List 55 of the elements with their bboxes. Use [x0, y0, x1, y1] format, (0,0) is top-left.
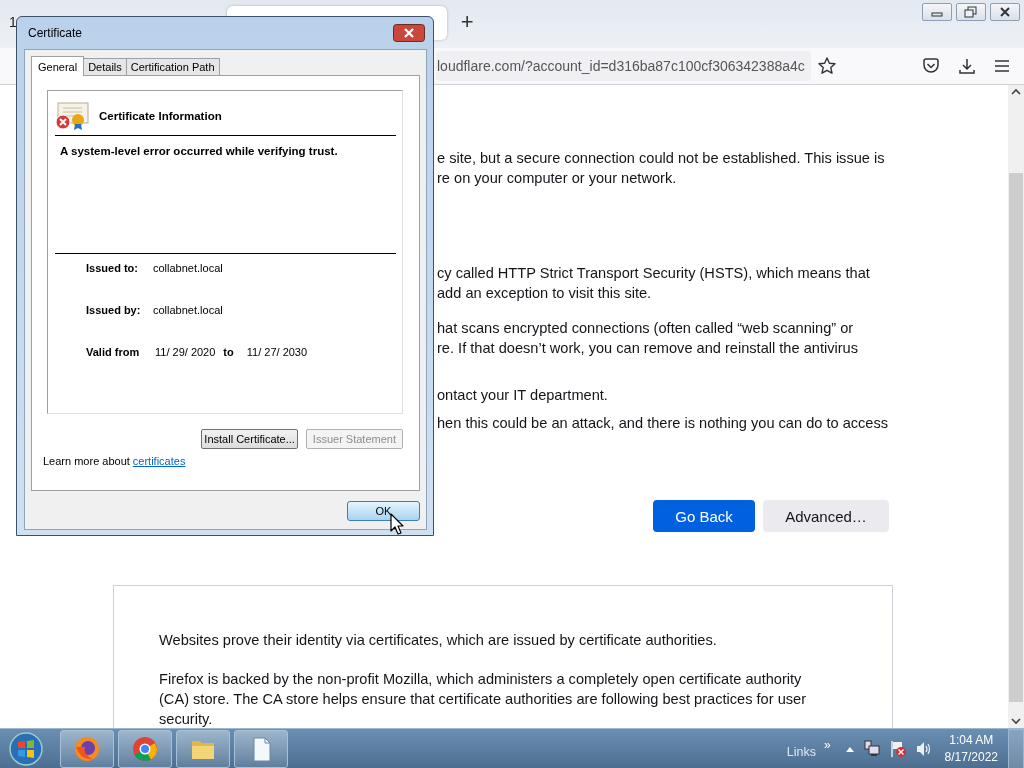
- date-value: 11/ 27/ 2030: [246, 346, 308, 358]
- advanced-button[interactable]: Advanced…: [763, 500, 889, 532]
- firefox-icon: [73, 734, 101, 763]
- network-icon[interactable]: [862, 739, 881, 758]
- scrollbar-thumb[interactable]: [1009, 173, 1023, 702]
- install-certificate-button[interactable]: Install Certificate...: [201, 429, 298, 449]
- tab[interactable]: Details: [83, 58, 127, 75]
- tab[interactable]: General: [31, 56, 85, 76]
- tab[interactable]: Certification Path: [125, 58, 220, 75]
- field-label: to: [223, 346, 234, 358]
- field-label: Issued by:: [86, 304, 142, 316]
- scrollbar[interactable]: [1008, 85, 1024, 728]
- date-value: 11/ 29/ 2020: [155, 346, 216, 358]
- chevron-button[interactable]: »: [823, 738, 831, 751]
- field-label: Issued to:: [86, 262, 139, 274]
- dialog-title: Certificate: [28, 26, 83, 40]
- links-toolbar-label[interactable]: Links: [786, 744, 816, 759]
- new-tab-button[interactable]: +: [460, 9, 474, 35]
- minimize-button[interactable]: [922, 3, 952, 21]
- text-line: add an exception to visit this site.: [437, 284, 653, 303]
- field-label: Valid from: [86, 346, 141, 358]
- certificates-link[interactable]: certificates: [132, 455, 186, 467]
- taskbar-button[interactable]: [176, 729, 230, 768]
- pocket-icon[interactable]: [922, 57, 940, 75]
- text-line: hat scans encrypted connections (often called “web scanning” or: [437, 319, 855, 338]
- heading: Certificate Information: [99, 110, 222, 122]
- learn-more-text: Learn more about: [43, 455, 130, 467]
- taskbar-button[interactable]: [118, 729, 172, 768]
- close-button[interactable]: [393, 24, 425, 42]
- text-line: ontact your IT department.: [437, 386, 609, 405]
- paragraph: Firefox is backed by the non-profit Mozilla, which administers a completely open certificate authority (CA) store. The CA store helps ensure that certificate authorities are following best practices for user security.: [159, 670, 808, 728]
- certificate-error-icon: [55, 101, 89, 131]
- text-line: cy called HTTP Strict Transport Security (HSTS), which means that: [437, 264, 871, 283]
- go-back-button[interactable]: Go Back: [653, 500, 755, 532]
- text-line: re. If that doesn’t work, you can remove and reinstall the antivirus: [437, 339, 859, 358]
- text-line: hen this could be an attack, and there is nothing you can do to access: [437, 414, 890, 433]
- close-button[interactable]: [990, 3, 1020, 21]
- star-icon[interactable]: [816, 56, 837, 76]
- menu-icon[interactable]: [994, 59, 1010, 73]
- field-value: collabnet.local: [153, 304, 223, 316]
- taskbar-button[interactable]: [234, 729, 288, 768]
- flag-icon[interactable]: [888, 739, 907, 758]
- mouse-pointer-icon: [390, 513, 404, 535]
- paragraph: Websites prove their identity via certificates, which are issued by certificate authorities.: [159, 631, 718, 650]
- clock[interactable]: 1:04 AM 8/17/2022: [944, 731, 998, 766]
- tab-label[interactable]: 1: [9, 14, 17, 30]
- text-line: re on your computer or your network.: [437, 169, 678, 188]
- taskbar-button[interactable]: [60, 729, 114, 768]
- download-icon[interactable]: [958, 57, 976, 75]
- address-field[interactable]: loudflare.com/?account_id=d316ba87c100cf306342388a4c: [436, 51, 811, 81]
- text-line: e site, but a secure connection could not be established. This issue is: [437, 149, 886, 168]
- error-message: A system-level error occurred while verifying trust.: [55, 145, 396, 254]
- field-value: collabnet.local: [153, 262, 223, 274]
- ok-button[interactable]: OK: [347, 501, 420, 521]
- chrome-icon: [131, 734, 159, 763]
